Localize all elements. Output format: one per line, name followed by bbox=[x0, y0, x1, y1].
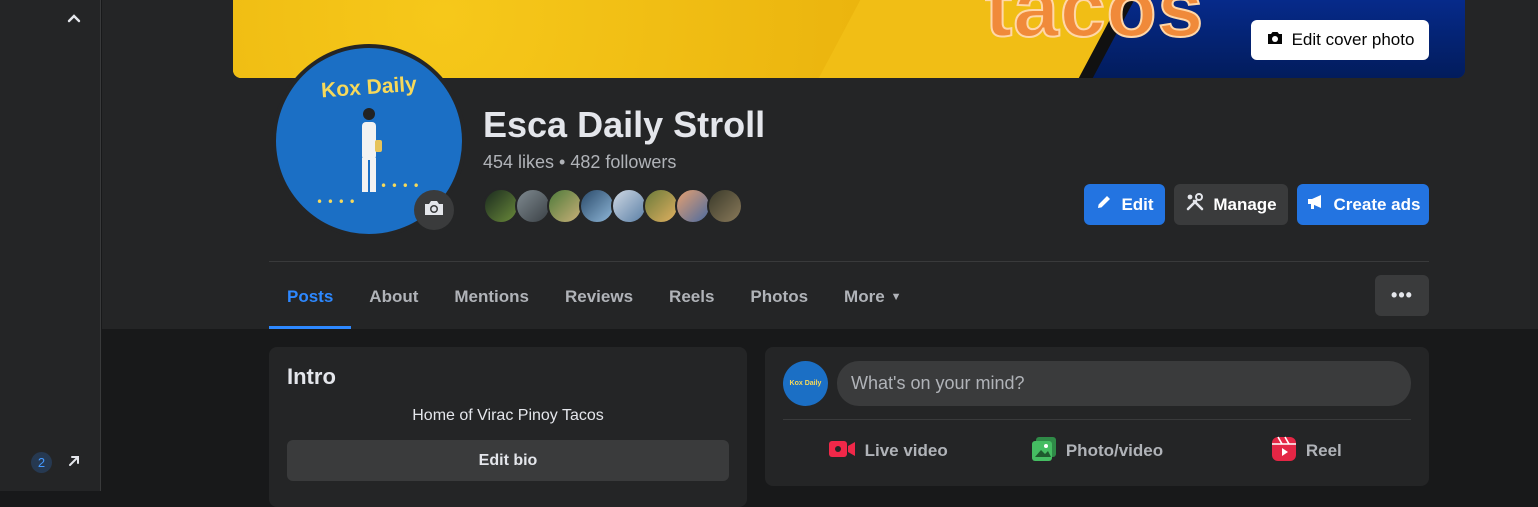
page-title: Esca Daily Stroll bbox=[483, 104, 766, 145]
manage-button[interactable]: Manage bbox=[1174, 184, 1288, 225]
tab-posts[interactable]: Posts bbox=[269, 276, 352, 329]
tab-mentions[interactable]: Mentions bbox=[436, 276, 547, 329]
edit-button[interactable]: Edit bbox=[1084, 184, 1165, 225]
edit-cover-photo-button[interactable]: Edit cover photo bbox=[1251, 20, 1429, 60]
live-video-button[interactable]: Live video bbox=[783, 431, 992, 471]
avatar-camera-button[interactable] bbox=[414, 190, 454, 230]
ellipsis-icon: ••• bbox=[1391, 285, 1413, 305]
live-video-label: Live video bbox=[864, 441, 948, 460]
camera-icon bbox=[1266, 30, 1284, 51]
edit-cover-photo-label: Edit cover photo bbox=[1291, 30, 1415, 49]
avatar[interactable] bbox=[547, 188, 583, 224]
tab-more[interactable]: More ▼ bbox=[826, 276, 920, 329]
create-ads-button[interactable]: Create ads bbox=[1297, 184, 1429, 225]
notification-badge[interactable]: 2 bbox=[31, 452, 52, 473]
composer-avatar-text: Kox Daily bbox=[789, 380, 822, 387]
follower-avatars[interactable] bbox=[483, 188, 743, 224]
caret-down-icon: ▼ bbox=[890, 291, 902, 303]
photo-video-label: Photo/video bbox=[1065, 441, 1164, 460]
tab-label: Posts bbox=[287, 287, 334, 306]
pencil-icon bbox=[1095, 193, 1113, 216]
avatar[interactable] bbox=[515, 188, 551, 224]
svg-text:• • • •: • • • • bbox=[380, 179, 420, 193]
tab-label: Mentions bbox=[454, 287, 529, 306]
tab-about[interactable]: About bbox=[351, 276, 436, 329]
svg-text:• • • •: • • • • bbox=[316, 195, 356, 209]
composer-actions: Live video Photo/video Reel bbox=[783, 431, 1411, 471]
page-stats[interactable]: 454 likes • 482 followers bbox=[483, 152, 676, 173]
tab-reels[interactable]: Reels bbox=[651, 276, 732, 329]
live-video-icon bbox=[828, 438, 856, 465]
photo-icon bbox=[1031, 436, 1057, 467]
more-options-button[interactable]: ••• bbox=[1375, 275, 1429, 316]
post-composer: Kox Daily What's on your mind? Live vide… bbox=[765, 347, 1429, 486]
tab-label: Photos bbox=[750, 287, 809, 306]
expand-arrow-icon[interactable] bbox=[64, 451, 84, 471]
profile-tabs: Posts About Mentions Reviews Reels Photo… bbox=[269, 276, 920, 329]
tab-label: More bbox=[844, 287, 885, 306]
composer-input[interactable]: What's on your mind? bbox=[837, 361, 1411, 406]
edit-label: Edit bbox=[1121, 194, 1154, 214]
composer-divider bbox=[783, 419, 1411, 420]
chevron-up-icon[interactable] bbox=[64, 8, 84, 28]
tab-label: Reviews bbox=[565, 287, 634, 306]
manage-label: Manage bbox=[1213, 194, 1277, 214]
tab-reviews[interactable]: Reviews bbox=[547, 276, 651, 329]
avatar[interactable] bbox=[483, 188, 519, 224]
tab-label: Reels bbox=[669, 287, 715, 306]
left-rail: 2 bbox=[0, 0, 101, 491]
cover-word: tacos bbox=[984, 0, 1205, 55]
reel-label: Reel bbox=[1305, 441, 1342, 460]
avatar[interactable] bbox=[579, 188, 615, 224]
reel-icon bbox=[1271, 436, 1297, 467]
intro-bio: Home of Virac Pinoy Tacos bbox=[412, 407, 604, 424]
avatar[interactable] bbox=[675, 188, 711, 224]
avatar[interactable] bbox=[643, 188, 679, 224]
header-divider bbox=[269, 261, 1429, 262]
intro-title: Intro bbox=[287, 364, 336, 389]
composer-avatar[interactable]: Kox Daily bbox=[783, 361, 828, 406]
tools-icon bbox=[1185, 192, 1205, 217]
avatar[interactable] bbox=[611, 188, 647, 224]
photo-video-button[interactable]: Photo/video bbox=[992, 431, 1201, 471]
avatar[interactable] bbox=[707, 188, 743, 224]
tab-photos[interactable]: Photos bbox=[732, 276, 826, 329]
create-ads-label: Create ads bbox=[1333, 194, 1421, 214]
reel-button[interactable]: Reel bbox=[1202, 431, 1411, 471]
intro-card: Intro Home of Virac Pinoy Tacos Edit bio bbox=[269, 347, 747, 507]
camera-icon bbox=[423, 199, 445, 222]
edit-bio-button[interactable]: Edit bio bbox=[287, 440, 729, 481]
megaphone-icon bbox=[1306, 193, 1326, 216]
tab-label: About bbox=[369, 287, 419, 306]
